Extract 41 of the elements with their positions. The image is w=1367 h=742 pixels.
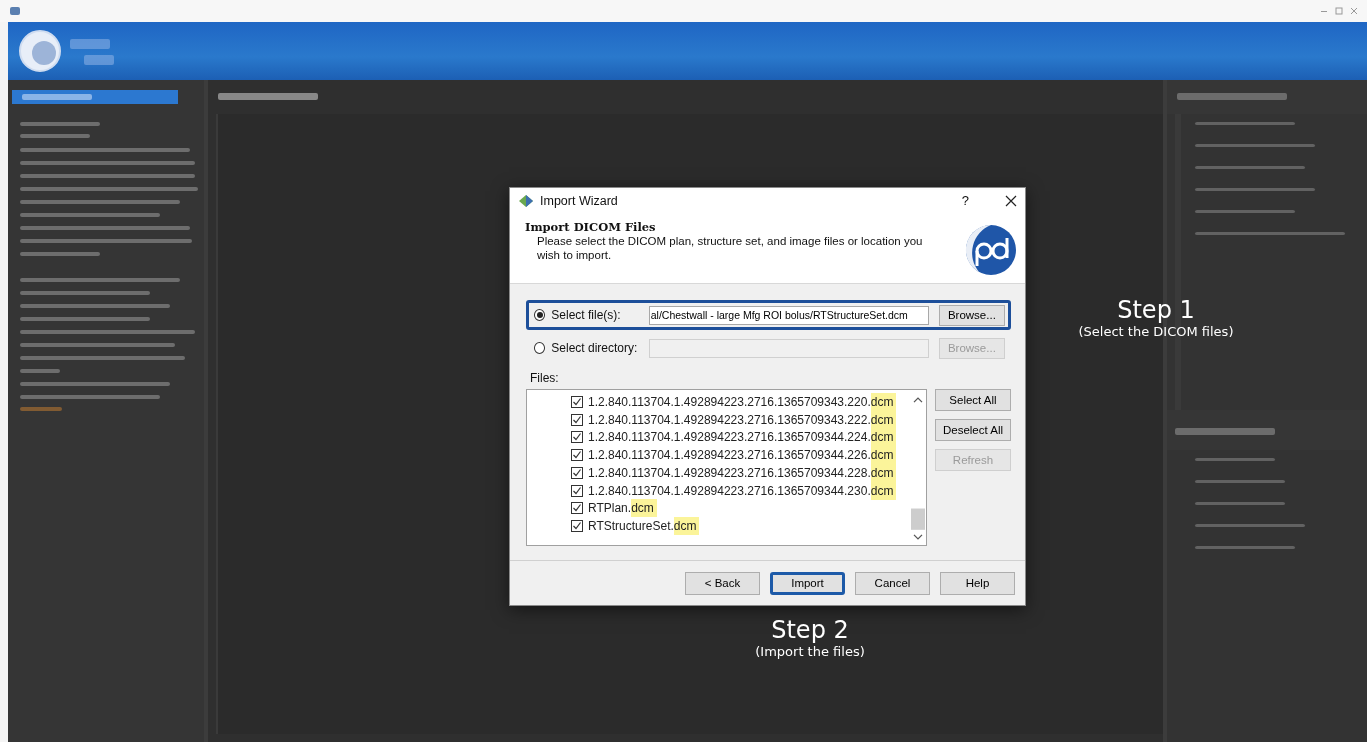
- file-name[interactable]: 1.2.840.113704.1.492894223.2716.1365709344.224.dcm: [588, 430, 897, 445]
- window-controls-icon[interactable]: [1319, 7, 1359, 15]
- file-name[interactable]: 1.2.840.113704.1.492894223.2716.1365709344.230.dcm: [588, 483, 897, 498]
- file-name[interactable]: 1.2.840.113704.1.492894223.2716.1365709343.220.dcm: [588, 395, 897, 410]
- footer-button[interactable]: Import: [770, 571, 845, 595]
- diamond-icon: [518, 193, 534, 208]
- list-action-button[interactable]: Deselect All: [935, 419, 1011, 442]
- browse-button[interactable]: Browse...: [938, 304, 1005, 326]
- path-field[interactable]: al/Chestwall - large Mfg ROI bolus/RTStructureSet.dcm: [648, 305, 929, 325]
- footer-button[interactable]: Cancel: [855, 571, 930, 595]
- page-title: Import DICOM Files: [525, 219, 657, 234]
- close-icon[interactable]: [1005, 194, 1017, 207]
- checkbox[interactable]: [571, 449, 583, 462]
- file-name[interactable]: RTStructureSet.dcm: [588, 518, 700, 533]
- step-caption: (Import the files): [755, 644, 865, 659]
- app-icon: [10, 7, 20, 15]
- checkbox[interactable]: [571, 396, 583, 409]
- footer-button[interactable]: Help: [940, 571, 1015, 595]
- file-name[interactable]: 1.2.840.113704.1.492894223.2716.1365709343.222.dcm: [588, 412, 897, 427]
- checkbox[interactable]: [571, 484, 583, 497]
- radio-label: Select directory:: [551, 341, 639, 356]
- step-title: Step 2: [771, 616, 849, 644]
- file-name[interactable]: RTPlan.dcm: [588, 501, 657, 516]
- checkbox[interactable]: [571, 519, 583, 532]
- checkbox[interactable]: [571, 431, 583, 444]
- step-caption: (Select the DICOM files): [1078, 324, 1234, 339]
- help-button[interactable]: ?: [961, 193, 969, 209]
- list-action-button[interactable]: Select All: [935, 389, 1011, 412]
- dialog-title: Import Wizard: [540, 193, 619, 208]
- file-name[interactable]: 1.2.840.113704.1.492894223.2716.1365709344.226.dcm: [588, 448, 897, 463]
- checkbox[interactable]: [571, 413, 583, 426]
- globe-logo-icon: [18, 29, 62, 73]
- radio-label: Select file(s):: [551, 308, 622, 323]
- step-title: Step 1: [1117, 296, 1195, 324]
- footer-button[interactable]: < Back: [685, 571, 760, 595]
- checkbox[interactable]: [571, 466, 583, 479]
- page-description: Please select the DICOM plan, structure set, and image files or location you wish to import.: [536, 233, 924, 262]
- file-name[interactable]: 1.2.840.113704.1.492894223.2716.1365709344.228.dcm: [588, 465, 897, 480]
- p-d-logo-icon: [965, 223, 1017, 276]
- checkbox[interactable]: [571, 502, 583, 515]
- files-label: Files:: [530, 371, 560, 386]
